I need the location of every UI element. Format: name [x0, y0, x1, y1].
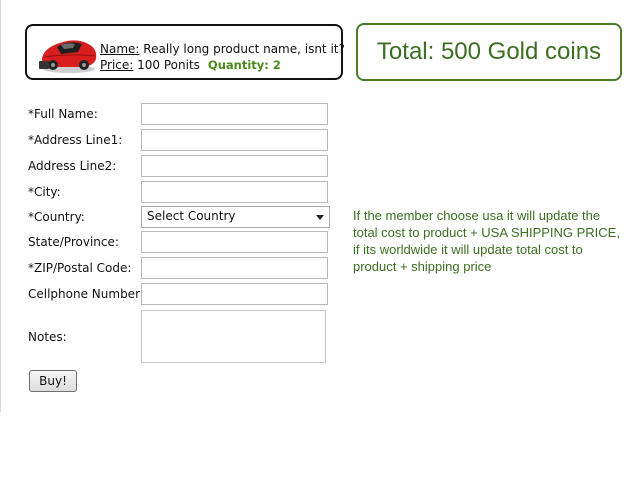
shipping-note: If the member choose usa it will update …: [353, 208, 620, 274]
product-summary-card: Name: Really long product name, isnt it?…: [25, 24, 345, 80]
address-line1-label: *Address Line1:: [28, 133, 123, 147]
order-total: Total: 500 Gold coins: [356, 23, 622, 81]
country-select[interactable]: Select Country: [141, 206, 330, 228]
country-label: *Country:: [28, 210, 85, 224]
page-left-border: [0, 0, 1, 412]
country-selected-value: Select Country: [147, 209, 236, 223]
state-province-label: State/Province:: [28, 235, 119, 249]
address-line2-label: Address Line2:: [28, 159, 117, 173]
product-name-label: Name:: [100, 42, 140, 56]
full-name-label: *Full Name:: [28, 107, 98, 121]
buy-button[interactable]: Buy!: [29, 370, 77, 392]
address-line1-field[interactable]: [141, 129, 328, 151]
product-price: 100 Ponits: [137, 58, 200, 72]
address-line2-field[interactable]: [141, 155, 328, 177]
cellphone-number-field[interactable]: [141, 283, 328, 305]
cellphone-number-label: Cellphone Number:: [28, 287, 144, 301]
product-details: Name: Really long product name, isnt it?…: [100, 41, 345, 73]
product-price-label: Price:: [100, 58, 134, 72]
state-province-field[interactable]: [141, 231, 328, 253]
city-label: *City:: [28, 185, 61, 199]
car-mouse-icon: [39, 40, 97, 73]
chevron-down-icon: [316, 215, 324, 220]
full-name-field[interactable]: [141, 103, 328, 125]
notes-label: Notes:: [28, 330, 67, 344]
city-field[interactable]: [141, 181, 328, 203]
zip-postal-code-field[interactable]: [141, 257, 328, 279]
product-name: Really long product name, isnt it?: [143, 42, 345, 56]
product-quantity: Quantity: 2: [207, 58, 281, 72]
notes-field[interactable]: [141, 310, 326, 363]
zip-postal-code-label: *ZIP/Postal Code:: [28, 261, 132, 275]
